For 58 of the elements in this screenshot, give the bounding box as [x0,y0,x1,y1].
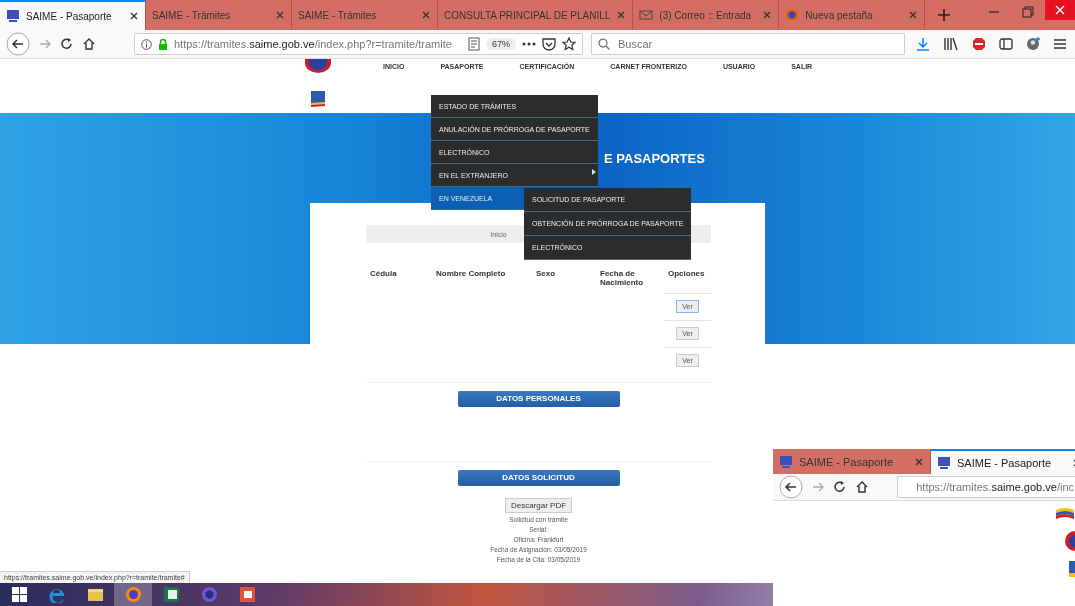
windows-icon[interactable] [10,586,28,603]
home-icon[interactable] [855,480,869,494]
download-pdf-button[interactable]: Descargar PDF [504,497,573,513]
site-icon [779,454,793,469]
browser-tab[interactable]: SAIME - Pasaporte [931,449,1075,474]
url-text: https://tramites.saime.gob.ve/inc [916,481,1074,493]
saime-logo [1069,561,1075,577]
close-icon[interactable] [129,11,139,21]
site-icon [937,455,951,470]
spreadsheet-icon[interactable] [162,586,180,603]
browser-tab[interactable]: SAIME - Pasaporte [773,449,931,474]
column-header: Fecha de Nacimiento [596,267,664,293]
emblem-logo [303,59,333,73]
sidebar-icon[interactable] [999,38,1013,50]
close-button[interactable] [1045,0,1075,20]
close-icon [1055,5,1065,15]
url-text: https://tramites.saime.gob.ve/index.php?r=tramite/tramite [174,38,452,50]
reload-icon[interactable] [60,37,74,51]
address-bar[interactable]: https://tramites.saime.gob.ve/index.php?r=tramite/tramite 67% [134,33,583,55]
more-icon[interactable] [522,42,536,46]
star-icon[interactable] [562,37,576,51]
browser-tab[interactable]: SAIME - Pasaporte [0,0,146,30]
info-icon [141,38,152,50]
new-tab-icon[interactable] [937,8,952,22]
back-icon[interactable] [779,475,803,499]
browser-e-icon[interactable] [48,586,66,603]
column-header: Nombre Completo [435,268,507,280]
site-icon [6,9,20,23]
flag-logo [1055,507,1075,521]
column-header: Cédula [369,268,398,280]
firefox-icon[interactable] [124,586,142,603]
restore-icon[interactable] [1022,6,1034,18]
envelope-icon [639,8,654,22]
firefox-icon [785,8,800,22]
section-header-bar: DATOS SOLICITUD [457,469,620,486]
account-icon[interactable] [1026,37,1040,51]
pocket-icon[interactable] [542,37,556,51]
presentation-icon[interactable] [238,586,256,603]
search-field[interactable]: Buscar [591,33,905,55]
home-icon[interactable] [82,37,96,51]
library-icon[interactable] [943,37,959,51]
saime-logo [311,91,325,107]
folder-icon[interactable] [86,586,104,603]
lock-icon [158,38,168,50]
banner-title: E PASAPORTES [604,151,705,166]
column-header: Sexo [535,268,557,280]
menu-icon[interactable] [1053,38,1067,50]
back-icon[interactable] [6,32,30,56]
emblem-logo [1065,531,1075,551]
zoom-level-badge[interactable]: 67% [486,38,516,50]
column-header: Opciones [664,267,711,293]
download-icon[interactable] [916,37,930,51]
reader-view-icon [468,37,480,51]
section-header-bar: DATOS PERSONALES [457,390,620,407]
search-icon [598,38,610,50]
reload-icon[interactable] [833,480,847,494]
adblock-icon[interactable] [972,37,986,51]
address-bar[interactable]: https://tramites.saime.gob.ve/inc [897,476,1075,498]
